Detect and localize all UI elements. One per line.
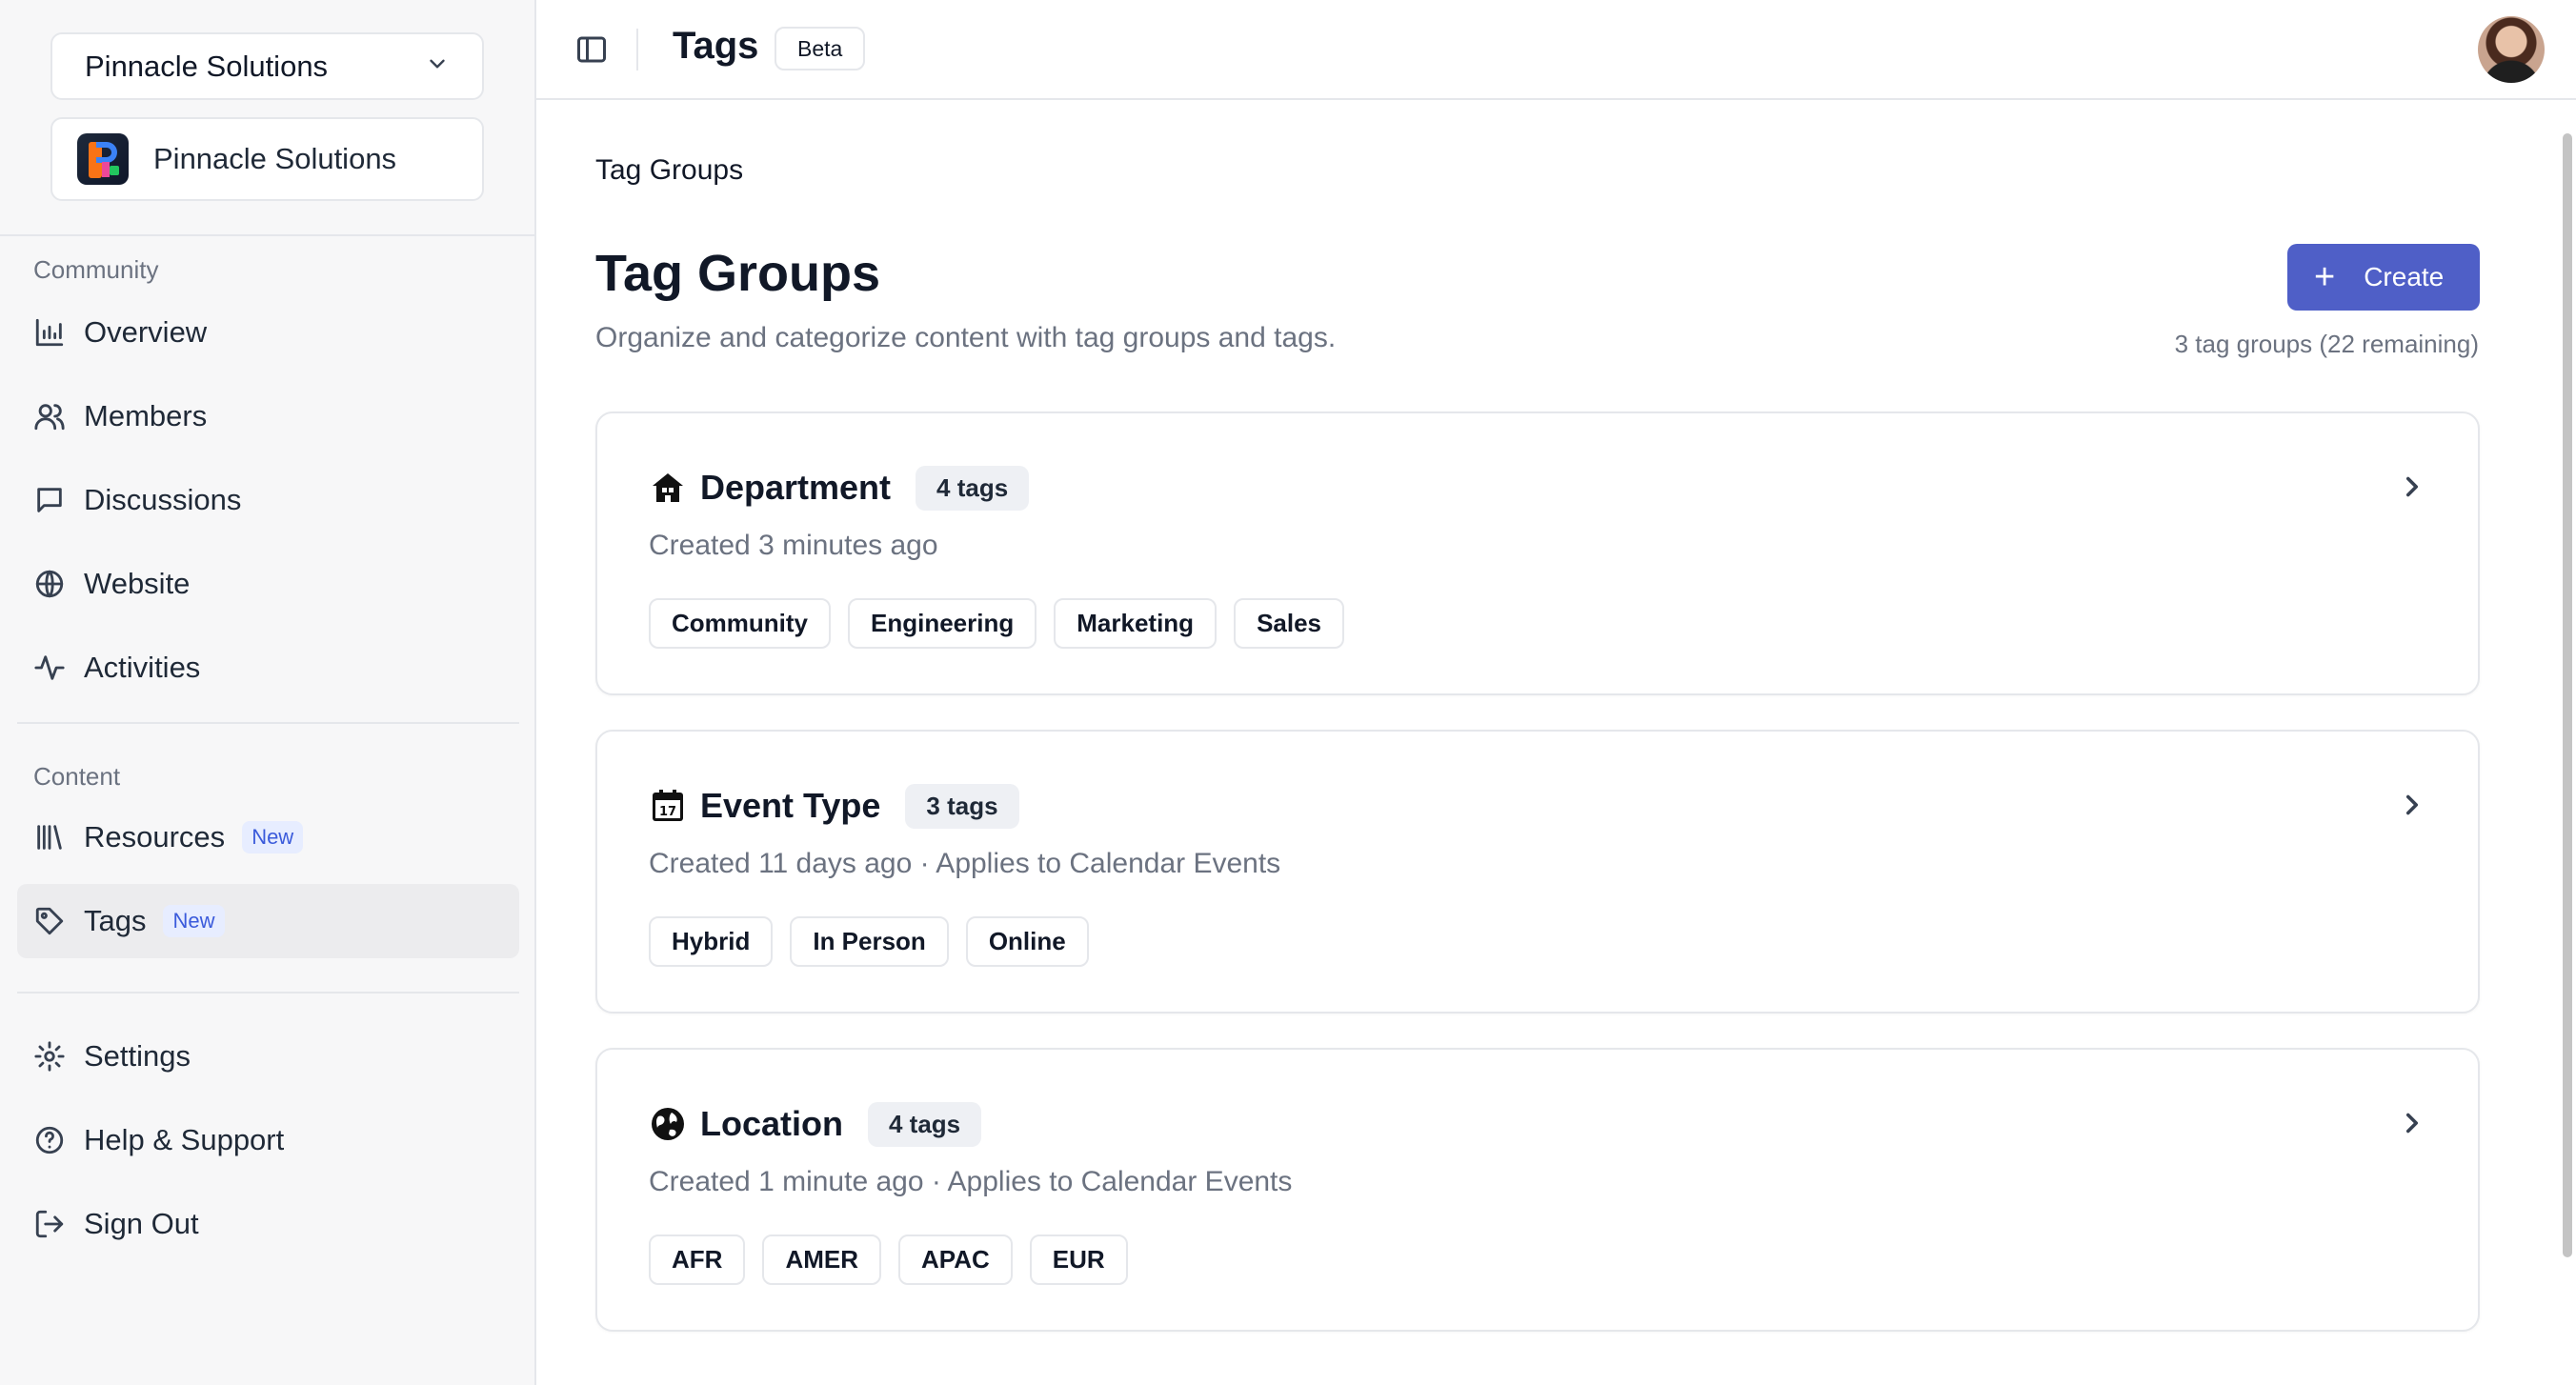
tag-group-card-event-type[interactable]: 17 Event Type 3 tags Created 11 days ago… <box>595 730 2480 1014</box>
globe-icon <box>649 1105 687 1143</box>
sidebar-item-resources[interactable]: Resources New <box>17 800 519 874</box>
sidebar-item-website[interactable]: Website <box>17 547 519 621</box>
sidebar-item-label: Tags <box>84 904 147 937</box>
sidebar-item-label: Members <box>84 399 208 432</box>
message-square-icon <box>32 483 67 517</box>
sidebar-divider <box>17 722 519 724</box>
page-header-title: Tags <box>673 25 759 67</box>
top-bar: Tags Beta <box>536 0 2576 100</box>
organization-selector[interactable]: Pinnacle Solutions <box>50 32 484 100</box>
sidebar: Pinnacle Solutions Pinnacle Solutions Co… <box>0 0 536 1385</box>
tag-chip[interactable]: AFR <box>649 1234 746 1285</box>
sidebar-item-settings[interactable]: Settings <box>17 1019 519 1094</box>
tag-group-meta: Created 3 minutes ago <box>649 530 938 561</box>
create-button[interactable]: + Create <box>2287 244 2480 311</box>
sidebar-item-label: Discussions <box>84 483 242 516</box>
calendar-icon: 17 <box>649 787 687 825</box>
organization-card[interactable]: Pinnacle Solutions <box>50 117 484 201</box>
organization-logo <box>77 133 129 185</box>
sidebar-item-label: Sign Out <box>84 1207 199 1240</box>
section-label-content: Content <box>33 762 121 791</box>
tag-group-meta: Created 1 minute ago · Applies to Calend… <box>649 1166 1293 1197</box>
tag-count-badge: 3 tags <box>905 783 1019 829</box>
chevron-right-icon[interactable] <box>2396 471 2428 503</box>
sidebar-item-label: Resources <box>84 820 226 853</box>
tag-icon <box>32 904 67 938</box>
sidebar-item-label: Activities <box>84 651 201 684</box>
department-building-icon <box>649 469 687 507</box>
tag-group-name: Department <box>700 468 892 507</box>
tag-group-name: Event Type <box>700 786 881 825</box>
globe-icon <box>32 567 67 601</box>
new-badge: New <box>242 821 304 853</box>
svg-text:17: 17 <box>659 805 676 819</box>
sidebar-toggle-icon[interactable] <box>574 32 609 67</box>
sidebar-item-members[interactable]: Members <box>17 379 519 453</box>
sidebar-item-activities[interactable]: Activities <box>17 631 519 705</box>
tag-chip[interactable]: Online <box>965 916 1089 967</box>
sidebar-divider <box>17 992 519 994</box>
sidebar-item-overview[interactable]: Overview <box>17 295 519 370</box>
tag-count-badge: 4 tags <box>868 1101 982 1147</box>
activity-icon <box>32 651 67 685</box>
new-badge: New <box>163 905 225 937</box>
gear-icon <box>32 1039 67 1074</box>
library-icon <box>32 820 67 854</box>
tag-group-name: Location <box>700 1104 843 1143</box>
sidebar-item-tags[interactable]: Tags New <box>17 884 519 958</box>
sidebar-divider <box>0 234 536 236</box>
page-title: Tag Groups <box>595 245 881 302</box>
plus-icon: + <box>2314 257 2336 297</box>
tag-group-card-department[interactable]: Department 4 tags Created 3 minutes ago … <box>595 411 2480 695</box>
tag-chip[interactable]: Sales <box>1234 598 1345 649</box>
tag-list: AFR AMER APAC EUR <box>649 1234 1128 1285</box>
sidebar-item-label: Help & Support <box>84 1123 285 1156</box>
bar-chart-icon <box>32 315 67 350</box>
organization-card-name: Pinnacle Solutions <box>153 142 397 175</box>
sidebar-item-help[interactable]: Help & Support <box>17 1103 519 1177</box>
tag-group-count: 3 tag groups (22 remaining) <box>2174 330 2479 358</box>
sidebar-item-label: Overview <box>84 315 208 349</box>
main-content: Tags Beta Tag Groups Tag Groups Organize… <box>536 0 2576 1385</box>
tag-list: Hybrid In Person Online <box>649 916 1089 967</box>
sidebar-item-label: Website <box>84 567 191 600</box>
tag-chip[interactable]: AMER <box>762 1234 881 1285</box>
organization-selector-label: Pinnacle Solutions <box>85 49 329 83</box>
breadcrumb[interactable]: Tag Groups <box>595 154 743 187</box>
sidebar-item-label: Settings <box>84 1039 191 1073</box>
chevron-right-icon[interactable] <box>2396 1107 2428 1139</box>
help-circle-icon <box>32 1123 67 1157</box>
scrollbar[interactable] <box>2563 133 2572 1257</box>
sidebar-item-signout[interactable]: Sign Out <box>17 1187 519 1261</box>
page-subtitle: Organize and categorize content with tag… <box>595 322 1337 353</box>
header-divider <box>636 29 638 70</box>
beta-badge: Beta <box>775 27 866 70</box>
tag-list: Community Engineering Marketing Sales <box>649 598 1345 649</box>
tag-chip[interactable]: Hybrid <box>649 916 774 967</box>
tag-group-card-location[interactable]: Location 4 tags Created 1 minute ago · A… <box>595 1048 2480 1332</box>
tag-chip[interactable]: Community <box>649 598 831 649</box>
tag-group-meta: Created 11 days ago · Applies to Calenda… <box>649 848 1281 879</box>
tag-chip[interactable]: EUR <box>1029 1234 1128 1285</box>
create-button-label: Create <box>2364 262 2445 291</box>
users-icon <box>32 399 67 433</box>
tag-chip[interactable]: Marketing <box>1054 598 1218 649</box>
section-label-community: Community <box>33 255 159 284</box>
sidebar-item-discussions[interactable]: Discussions <box>17 463 519 537</box>
tag-chip[interactable]: Engineering <box>848 598 1037 649</box>
log-out-icon <box>32 1207 67 1241</box>
tag-chip[interactable]: APAC <box>898 1234 1013 1285</box>
user-avatar[interactable] <box>2478 16 2545 83</box>
chevron-down-icon <box>425 50 450 84</box>
chevron-right-icon[interactable] <box>2396 789 2428 821</box>
tag-chip[interactable]: In Person <box>790 916 949 967</box>
tag-count-badge: 4 tags <box>916 465 1030 511</box>
